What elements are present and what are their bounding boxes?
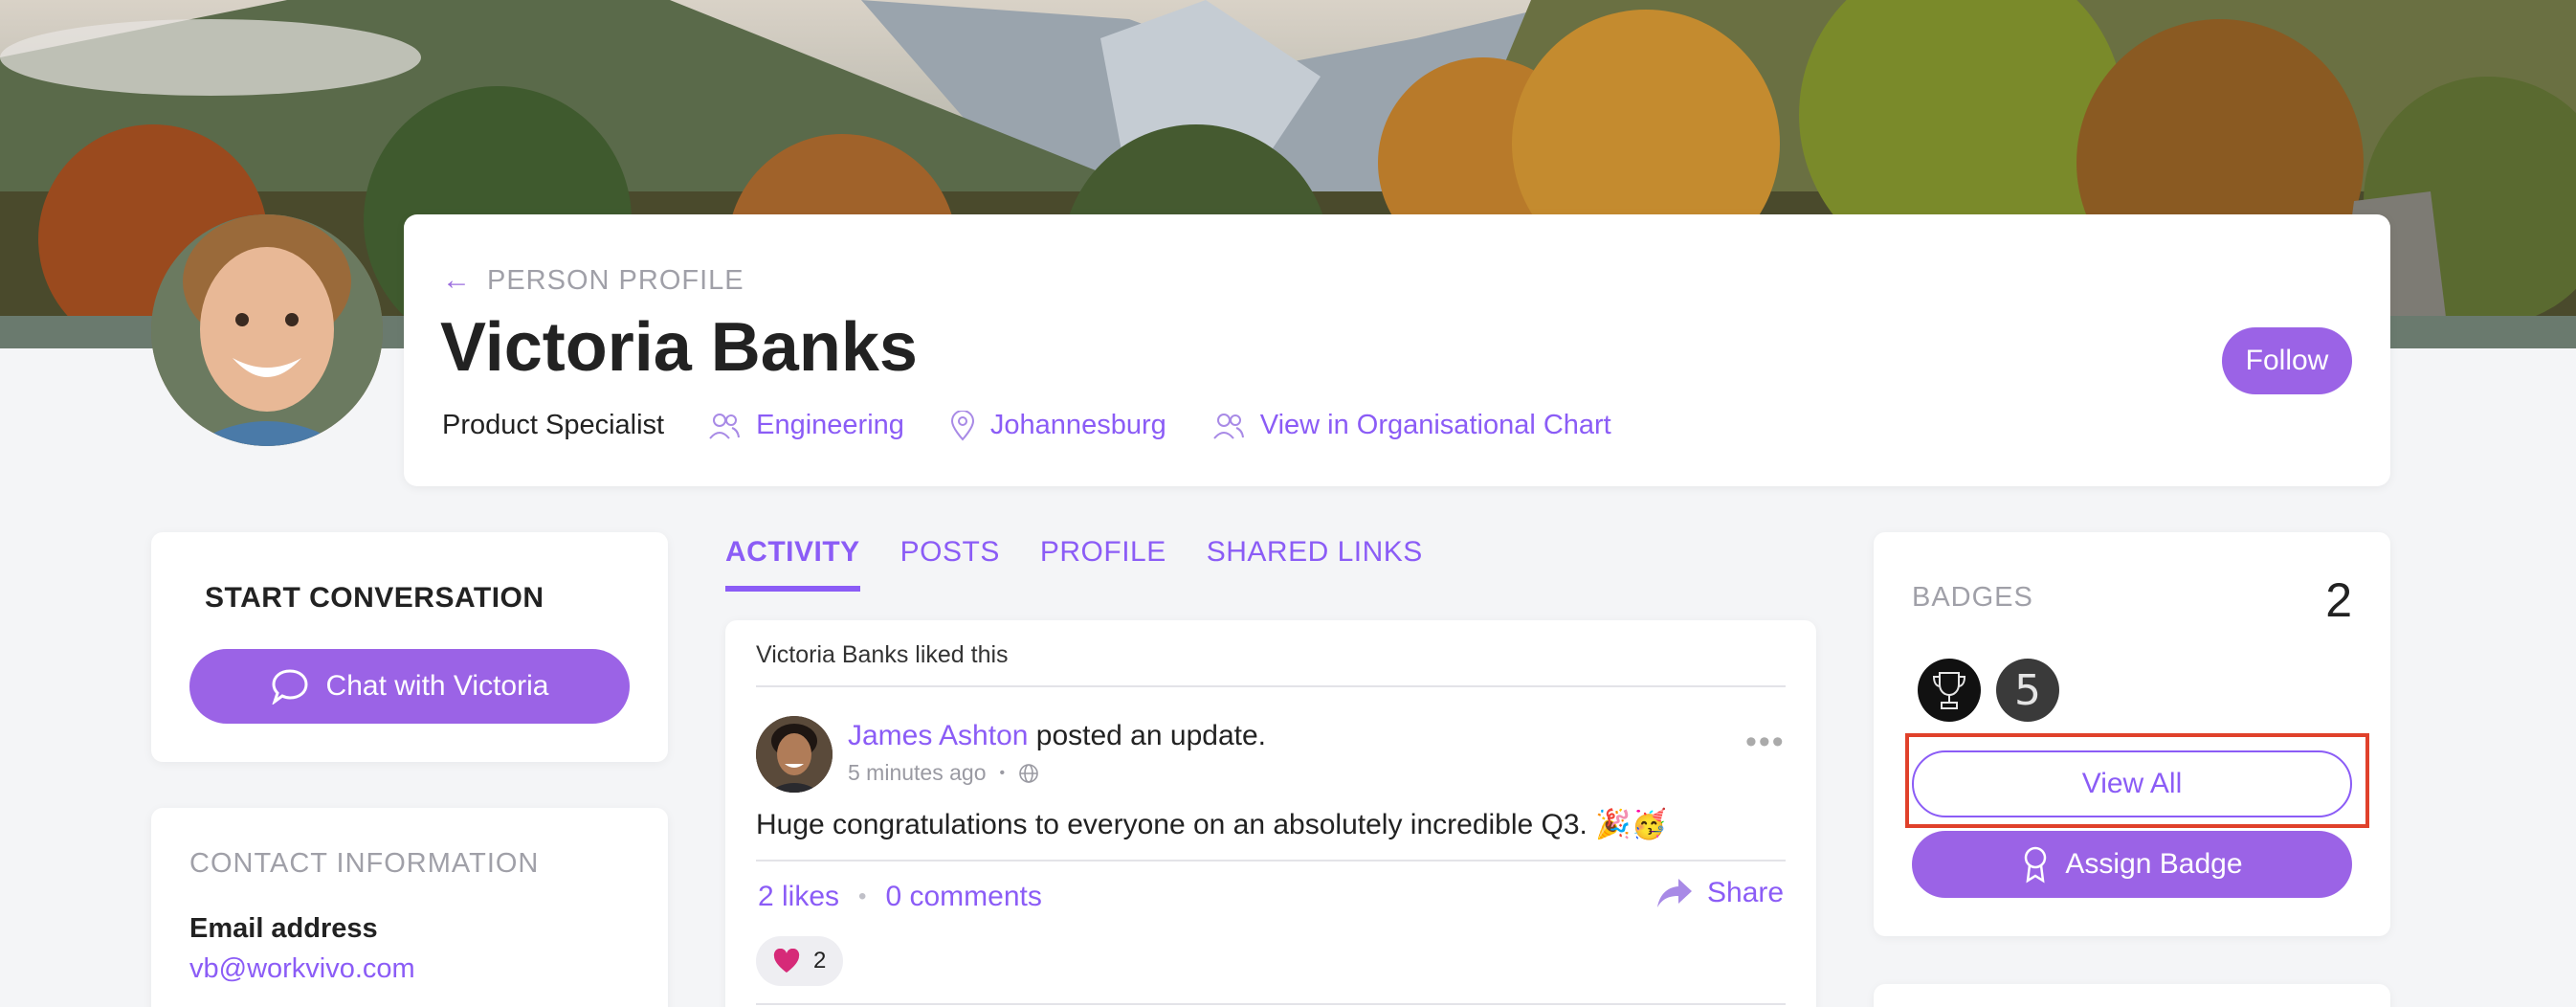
view-all-badges-button[interactable]: View All	[1912, 750, 2352, 817]
email-link[interactable]: vb@workvivo.com	[189, 953, 415, 985]
breadcrumb-label: PERSON PROFILE	[487, 264, 744, 296]
department-label: Engineering	[756, 410, 904, 440]
likes-link[interactable]: 2 likes	[758, 881, 839, 913]
globe-icon	[1019, 763, 1038, 783]
post-body: Huge congratulations to everyone on an a…	[756, 809, 1667, 840]
start-conversation-title: START CONVERSATION	[205, 582, 544, 614]
assign-badge-label: Assign Badge	[2065, 848, 2243, 880]
badges-title: BADGES	[1912, 582, 2033, 613]
heart-icon	[773, 949, 800, 973]
divider	[756, 685, 1786, 687]
post-header: James Ashton posted an update.	[848, 720, 1266, 752]
profile-avatar	[151, 214, 383, 446]
share-arrow-icon	[1657, 879, 1692, 907]
location-label: Johannesburg	[989, 410, 1166, 440]
liked-line: Victoria Banks liked this	[756, 641, 1009, 668]
comments-link[interactable]: 0 comments	[885, 881, 1041, 913]
profile-meta-row: Product Specialist Engineering Johannesb…	[442, 410, 1657, 441]
award-ribbon-icon	[2025, 846, 2047, 884]
tab-posts[interactable]: POSTS	[900, 536, 1000, 592]
post-timestamp: 5 minutes ago •	[848, 760, 1039, 786]
email-label: Email address	[189, 913, 378, 944]
reaction-count: 2	[813, 948, 827, 973]
separator-dot: •	[999, 764, 1006, 781]
badges-count: 2	[2325, 573, 2352, 627]
share-label: Share	[1707, 877, 1785, 908]
author-link[interactable]: James Ashton	[848, 720, 1028, 751]
five-badge-icon[interactable]: 5	[1996, 659, 2059, 722]
badges-card: BADGES 2 5 View All Assign Badge	[1874, 532, 2390, 936]
post-stats: 2 likes • 0 comments	[758, 881, 1042, 913]
more-options-icon[interactable]: •••	[1745, 724, 1786, 761]
tab-profile[interactable]: PROFILE	[1040, 536, 1166, 592]
follow-button[interactable]: Follow	[2222, 327, 2352, 394]
back-arrow-icon[interactable]: ←	[442, 264, 472, 297]
activity-feed-card: Victoria Banks liked this James Ashton p…	[725, 620, 1816, 1007]
heart-reaction[interactable]: 2	[756, 936, 844, 986]
chat-button-label: Chat with Victoria	[325, 670, 549, 702]
org-chart-icon	[1212, 413, 1244, 439]
location-pin-icon	[950, 410, 974, 440]
post-action-text: posted an update.	[1028, 720, 1266, 751]
next-card	[1874, 984, 2390, 1007]
org-chart-link[interactable]: View in Organisational Chart	[1212, 410, 1611, 441]
share-button[interactable]: Share	[1655, 877, 1784, 909]
people-icon	[709, 413, 741, 439]
tab-shared-links[interactable]: SHARED LINKS	[1207, 536, 1423, 592]
contact-information-card: CONTACT INFORMATION Email address vb@wor…	[151, 808, 668, 1007]
start-conversation-card: START CONVERSATION Chat with Victoria	[151, 532, 668, 762]
assign-badge-button[interactable]: Assign Badge	[1912, 831, 2352, 898]
location-link[interactable]: Johannesburg	[950, 410, 1166, 441]
separator-dot: •	[858, 884, 867, 909]
contact-title: CONTACT INFORMATION	[189, 848, 540, 879]
post-time-label: 5 minutes ago	[848, 760, 987, 785]
divider	[756, 1003, 1786, 1005]
org-chart-label: View in Organisational Chart	[1259, 410, 1611, 440]
trophy-badge-icon[interactable]	[1918, 659, 1981, 722]
chat-bubble-icon	[271, 669, 308, 705]
chat-button[interactable]: Chat with Victoria	[189, 649, 630, 724]
divider	[756, 860, 1786, 862]
job-title: Product Specialist	[442, 410, 665, 440]
person-name: Victoria Banks	[440, 309, 918, 386]
profile-tabs: ACTIVITY POSTS PROFILE SHARED LINKS	[725, 536, 1423, 592]
breadcrumb: ← PERSON PROFILE	[442, 264, 744, 297]
department-link[interactable]: Engineering	[708, 410, 904, 441]
author-avatar[interactable]	[756, 716, 833, 793]
tab-activity[interactable]: ACTIVITY	[725, 536, 860, 592]
